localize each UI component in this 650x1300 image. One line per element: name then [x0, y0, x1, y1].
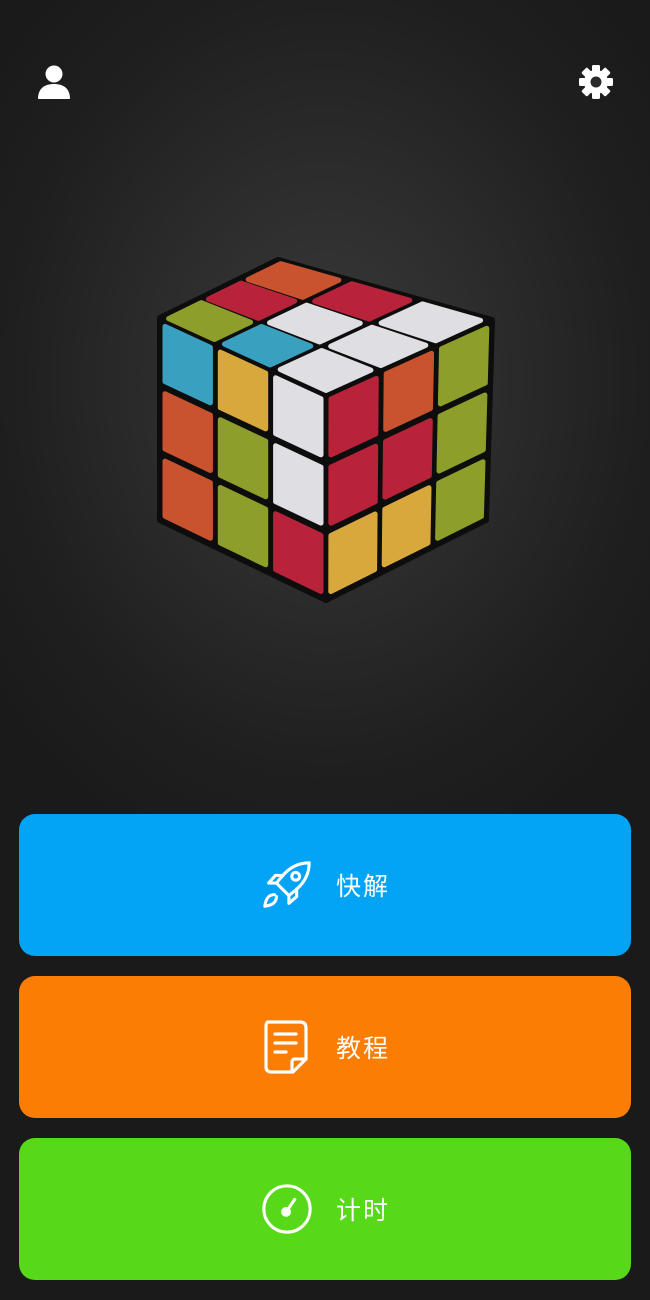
rubiks-cube-image: [157, 257, 495, 603]
tutorial-button[interactable]: 教程: [19, 976, 631, 1118]
stopwatch-icon: [260, 1182, 314, 1236]
tutorial-label: 教程: [335, 1034, 390, 1063]
rocket-icon: [260, 858, 314, 912]
quick-solve-button[interactable]: 快解: [19, 814, 631, 956]
timer-button[interactable]: 计时: [19, 1138, 631, 1280]
timer-label: 计时: [335, 1196, 390, 1225]
quick-solve-label: 快解: [335, 872, 390, 901]
cube-illustration[interactable]: [0, 0, 650, 640]
document-icon: [260, 1020, 314, 1074]
